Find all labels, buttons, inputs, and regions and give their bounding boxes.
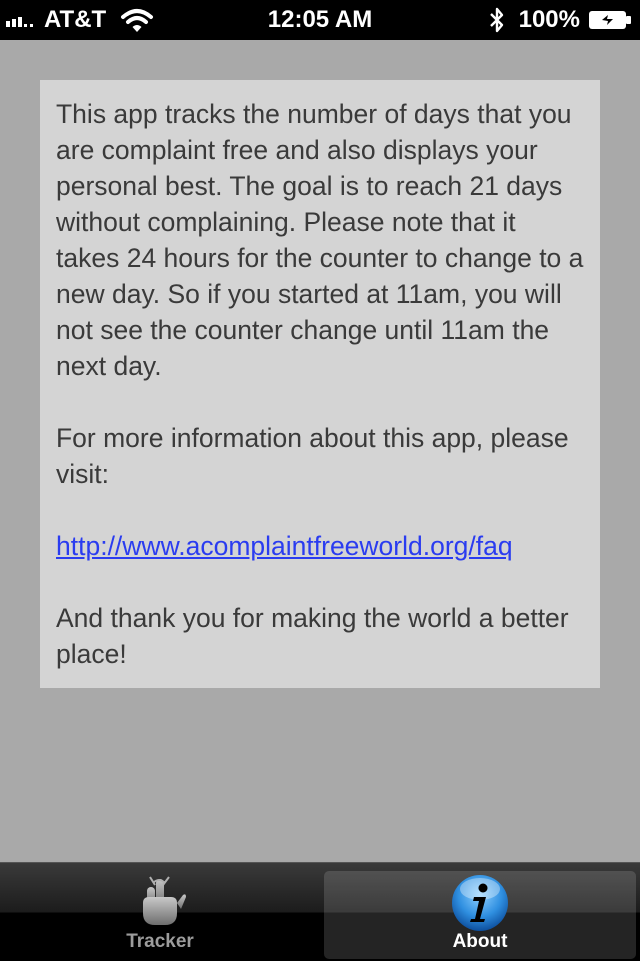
- more-info-paragraph: For more information about this app, ple…: [56, 423, 569, 489]
- faq-link-paragraph: http://www.acomplaintfreeworld.org/faq: [56, 528, 584, 564]
- status-bar: AT&T 12:05 AM 100%: [0, 0, 640, 40]
- tab-tracker-label: Tracker: [126, 931, 194, 952]
- description-paragraph: This app tracks the number of days that …: [56, 99, 584, 381]
- battery-icon: [589, 11, 631, 29]
- status-left: AT&T: [6, 0, 154, 40]
- about-info-box: This app tracks the number of days that …: [40, 80, 600, 688]
- finger-ribbon-icon: [143, 876, 186, 925]
- thank-you-paragraph: And thank you for making the world a bet…: [56, 603, 569, 669]
- battery-percent: 100%: [518, 6, 580, 33]
- tab-tracker[interactable]: Tracker: [4, 871, 316, 959]
- wifi-icon: [121, 9, 154, 32]
- tab-about[interactable]: About: [324, 871, 636, 959]
- faq-link[interactable]: http://www.acomplaintfreeworld.org/faq: [56, 531, 513, 561]
- bluetooth-icon: [489, 7, 503, 33]
- carrier-label: AT&T: [44, 6, 107, 33]
- tab-about-label: About: [452, 931, 508, 952]
- tab-bar: Tracker About: [0, 862, 640, 961]
- about-screen: This app tracks the number of days that …: [0, 40, 640, 862]
- signal-icon: [6, 13, 36, 27]
- status-right: 100%: [489, 0, 632, 40]
- info-icon: [452, 875, 508, 931]
